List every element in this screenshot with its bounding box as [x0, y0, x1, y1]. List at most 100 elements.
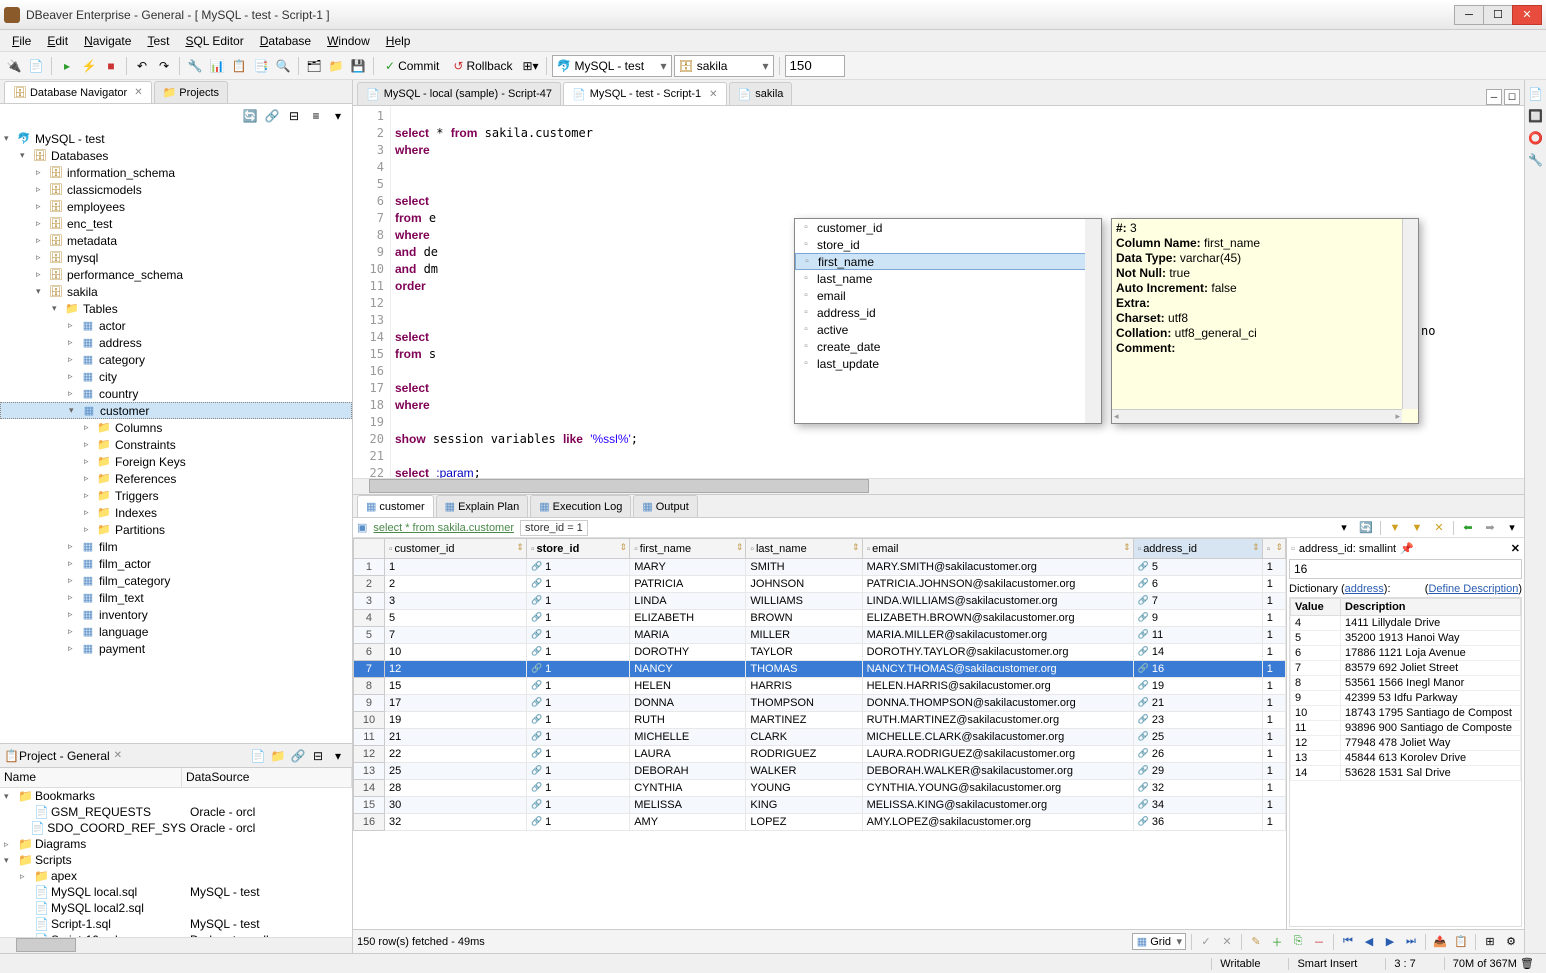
refresh-icon[interactable]: 🔄	[240, 106, 260, 126]
collapse-icon[interactable]: ⊟	[284, 106, 304, 126]
col-header[interactable]: ▫first_name⇕	[630, 539, 746, 559]
table-row[interactable]: 22🔗1PATRICIAJOHNSONPATRICIA.JOHNSON@saki…	[354, 576, 1286, 593]
minimize-editor-button[interactable]: ─	[1486, 89, 1502, 105]
table-row[interactable]: 57🔗1MARIAMILLERMARIA.MILLER@sakilacustom…	[354, 627, 1286, 644]
new-sql-editor-icon[interactable]: 📄	[26, 56, 46, 76]
autocomplete-item[interactable]: ▫active	[795, 321, 1101, 338]
dict-row[interactable]: 41411 Lillydale Drive	[1291, 616, 1521, 631]
new-connection-icon[interactable]: 🔌	[4, 56, 24, 76]
tool-icon[interactable]: 🔧	[1528, 152, 1544, 168]
menu-icon[interactable]: ▾	[328, 106, 348, 126]
tree-node[interactable]: ▹🗄enc_test	[0, 215, 352, 232]
copy-icon[interactable]: 📋	[1452, 933, 1470, 951]
tool-icon[interactable]: ⊟	[308, 746, 328, 766]
run-icon[interactable]: ▸	[57, 56, 77, 76]
dict-row[interactable]: 1453628 1531 Sal Drive	[1291, 766, 1521, 781]
tree-node[interactable]: ▹📁Triggers	[0, 487, 352, 504]
close-detail-button[interactable]: ✕	[1511, 542, 1520, 555]
dict-row[interactable]: 617886 1121 Loja Avenue	[1291, 646, 1521, 661]
fetch-size-input[interactable]	[785, 55, 845, 77]
database-tree[interactable]: ▾🐬MySQL - test▾🗄Databases▹🗄information_s…	[0, 128, 352, 743]
autocomplete-item[interactable]: ▫address_id	[795, 304, 1101, 321]
dict-row[interactable]: 942399 53 Idfu Parkway	[1291, 691, 1521, 706]
table-row[interactable]: 33🔗1LINDAWILLIAMSLINDA.WILLIAMS@sakilacu…	[354, 593, 1286, 610]
table-row[interactable]: 610🔗1DOROTHYTAYLORDOROTHY.TAYLOR@sakilac…	[354, 644, 1286, 661]
nav-menu-icon[interactable]: ▾	[1504, 520, 1520, 536]
filter-clear-icon[interactable]: ✕	[1431, 520, 1447, 536]
panels-icon[interactable]: ⊞	[1481, 933, 1499, 951]
add-row-icon[interactable]: ＋	[1268, 933, 1286, 951]
tree-node[interactable]: ▹🗄employees	[0, 198, 352, 215]
tree-node[interactable]: ▹📁Partitions	[0, 521, 352, 538]
col-header[interactable]: ▫last_name⇕	[746, 539, 862, 559]
first-icon[interactable]: ⏮	[1339, 933, 1357, 951]
settings-icon[interactable]: ⚙	[1502, 933, 1520, 951]
tree-node[interactable]: ▾🗄Databases	[0, 147, 352, 164]
editor-tab[interactable]: 📄MySQL - test - Script-1✕	[563, 82, 727, 105]
menu-file[interactable]: File	[4, 32, 39, 50]
tool-icon[interactable]: 📊	[207, 56, 227, 76]
database-select[interactable]: 🗄sakila	[674, 55, 774, 77]
edit-icon[interactable]: ✎	[1247, 933, 1265, 951]
reject-icon[interactable]: ✕	[1218, 933, 1236, 951]
tree-node[interactable]: ▹▦language	[0, 623, 352, 640]
result-tab[interactable]: ▦Execution Log	[530, 495, 631, 517]
dict-row[interactable]: 853561 1566 Inegl Manor	[1291, 676, 1521, 691]
tree-node[interactable]: ▹🗄mysql	[0, 249, 352, 266]
table-row[interactable]: 917🔗1DONNATHOMPSONDONNA.THOMPSON@sakilac…	[354, 695, 1286, 712]
undo-icon[interactable]: ↶	[132, 56, 152, 76]
project-item[interactable]: 📄Script-1.sqlMySQL - test	[0, 916, 352, 932]
next-icon[interactable]: ▶	[1381, 933, 1399, 951]
minimize-button[interactable]: ─	[1454, 5, 1484, 25]
nav-fwd-icon[interactable]: ➡	[1482, 520, 1498, 536]
tree-node[interactable]: ▹📁Columns	[0, 419, 352, 436]
autocomplete-item[interactable]: ▫email	[795, 287, 1101, 304]
menu-navigate[interactable]: Navigate	[76, 32, 139, 50]
pin-icon[interactable]: 📌	[1400, 542, 1414, 555]
table-row[interactable]: 11🔗1MARYSMITHMARY.SMITH@sakilacustomer.o…	[354, 559, 1286, 576]
project-item[interactable]: ▾📁Bookmarks	[0, 788, 352, 804]
menu-database[interactable]: Database	[252, 32, 319, 50]
query-sql[interactable]: select * from sakila.customer	[373, 522, 514, 534]
filter-icon[interactable]: ▼	[1409, 520, 1425, 536]
tool-icon[interactable]: ▾	[328, 746, 348, 766]
scrollbar[interactable]	[1085, 219, 1101, 411]
detail-value[interactable]: 16	[1289, 559, 1522, 579]
col-header[interactable]: ▫customer_id⇕	[384, 539, 526, 559]
table-row[interactable]: 815🔗1HELENHARRISHELEN.HARRIS@sakilacusto…	[354, 678, 1286, 695]
tool-icon[interactable]: 📄	[248, 746, 268, 766]
project-item[interactable]: 📄GSM_REQUESTSOracle - orcl	[0, 804, 352, 820]
project-item[interactable]: 📄SDO_COORD_REF_SYSOracle - orcl	[0, 820, 352, 836]
tree-node[interactable]: ▹▦actor	[0, 317, 352, 334]
tree-node[interactable]: ▹▦payment	[0, 640, 352, 657]
export-icon[interactable]: 📤	[1431, 933, 1449, 951]
tree-node[interactable]: ▹▦film	[0, 538, 352, 555]
refresh-icon[interactable]: 🔄	[1358, 520, 1374, 536]
tool-icon[interactable]: 📁	[326, 56, 346, 76]
query-filter[interactable]: store_id = 1	[520, 520, 588, 536]
close-button[interactable]: ✕	[1512, 5, 1542, 25]
col-datasource[interactable]: DataSource	[182, 768, 352, 787]
results-grid[interactable]: ▫customer_id⇕▫store_id⇕▫first_name⇕▫last…	[353, 538, 1286, 929]
tree-node[interactable]: ▹▦film_text	[0, 589, 352, 606]
tree-node[interactable]: ▹▦country	[0, 385, 352, 402]
tree-node[interactable]: ▹📁Indexes	[0, 504, 352, 521]
tree-node[interactable]: ▹▦address	[0, 334, 352, 351]
col-header[interactable]: ▫⇕	[1262, 539, 1285, 559]
col-header[interactable]: ▫email⇕	[862, 539, 1133, 559]
table-row[interactable]: 712🔗1NANCYTHOMASNANCY.THOMAS@sakilacusto…	[354, 661, 1286, 678]
tool-icon[interactable]: 🔧	[185, 56, 205, 76]
col-header[interactable]: ▫address_id⇕	[1133, 539, 1262, 559]
commit-button[interactable]: ✓Commit	[379, 55, 445, 77]
filter-dropdown-icon[interactable]: ▾	[1336, 520, 1352, 536]
tree-node[interactable]: ▾▦customer	[0, 402, 352, 419]
tool-icon[interactable]: 🔗	[288, 746, 308, 766]
tree-node[interactable]: ▹▦film_actor	[0, 555, 352, 572]
prev-icon[interactable]: ◀	[1360, 933, 1378, 951]
link-icon[interactable]: 🔗	[262, 106, 282, 126]
dict-row[interactable]: 1277948 478 Joliet Way	[1291, 736, 1521, 751]
delete-row-icon[interactable]: －	[1310, 933, 1328, 951]
scrollbar[interactable]	[1402, 219, 1418, 409]
menu-help[interactable]: Help	[378, 32, 419, 50]
run-script-icon[interactable]: ⚡	[79, 56, 99, 76]
